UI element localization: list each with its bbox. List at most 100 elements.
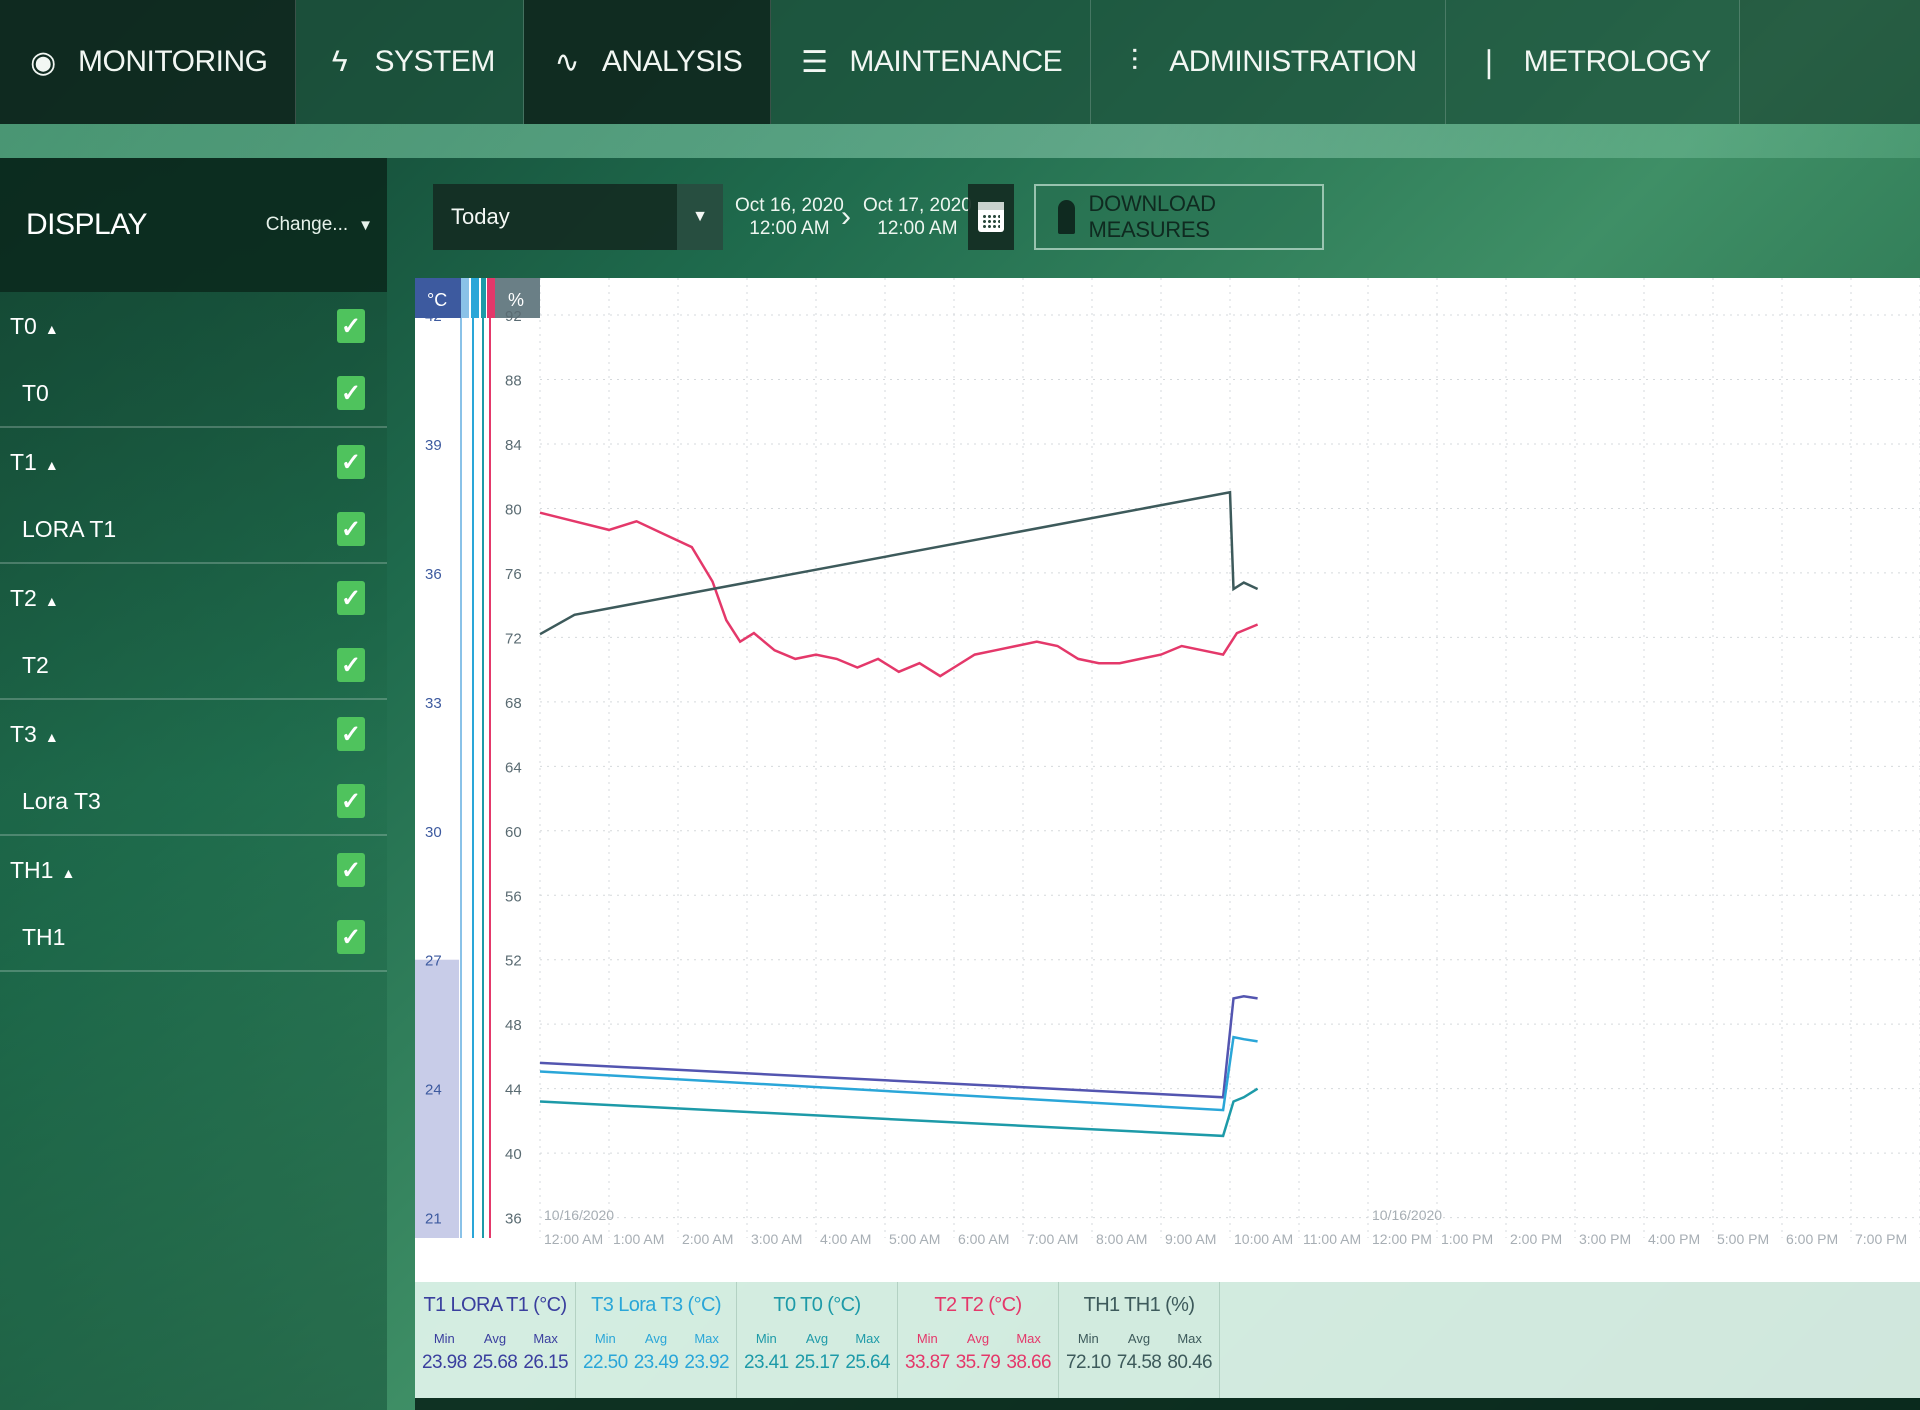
stat-group-t0: T0 T0 (°C) Min 23.41 Avg 25.17 Max 25.64 [737, 1282, 898, 1398]
x-date-label: 10/16/2020 [1372, 1207, 1442, 1223]
stat-max-label: Max [855, 1331, 880, 1346]
sensor-item-t2[interactable]: T2 ✓ [0, 632, 387, 700]
y-right-tick-label: 88 [505, 373, 522, 390]
date-from-day: Oct 16, 2020 [735, 195, 844, 216]
bottom-bar [415, 1398, 1920, 1410]
group-label: T2 ▲ [10, 584, 59, 611]
collapse-arrow-icon[interactable]: ▲ [45, 593, 59, 609]
series-stats: T1 LORA T1 (°C) Min 23.98 Avg 25.68 Max 26.… [415, 1282, 1920, 1398]
x-tick-label: 7:00 PM [1855, 1231, 1907, 1247]
sensor-group-t0[interactable]: T0 ▲ ✓ [0, 292, 387, 360]
group-label: T1 ▲ [10, 448, 59, 475]
x-tick-label: 4:00 AM [820, 1231, 871, 1247]
sensor-group-t2[interactable]: T2 ▲ ✓ [0, 564, 387, 632]
sensor-group-t3[interactable]: T3 ▲ ✓ [0, 700, 387, 768]
analysis-chart-icon: ∿ [554, 45, 580, 79]
stat-avg-label: Avg [644, 1331, 668, 1346]
series-strip [471, 278, 479, 318]
stat-max-label: Max [533, 1331, 558, 1346]
y-right-tick-label: 36 [505, 1211, 522, 1228]
sensor-item-lora-t1[interactable]: LORA T1 ✓ [0, 496, 387, 564]
y-right-tick-label: 44 [505, 1082, 522, 1099]
collapse-arrow-icon[interactable]: ▲ [45, 321, 59, 337]
axis-range-band [415, 959, 459, 1238]
checkbox-checked[interactable]: ✓ [337, 445, 365, 479]
group-label: T0 ▲ [10, 312, 59, 339]
x-tick-label: 11:00 AM [1303, 1231, 1361, 1247]
item-label: Lora T3 [22, 787, 101, 814]
nav-analysis[interactable]: ∿ ANALYSIS [523, 0, 772, 124]
calendar-button[interactable] [968, 184, 1014, 250]
checkbox-checked[interactable]: ✓ [337, 376, 365, 410]
checkbox-checked[interactable]: ✓ [337, 648, 365, 682]
series-line-0 [539, 995, 1258, 1099]
sensor-group-th1[interactable]: TH1 ▲ ✓ [0, 836, 387, 904]
x-tick-label: 6:00 PM [1786, 1231, 1838, 1247]
stat-min: 23.41 [744, 1352, 789, 1373]
stat-title: T0 T0 (°C) [773, 1294, 861, 1316]
download-label: DOWNLOAD MEASURES [1088, 191, 1216, 242]
checkbox-checked[interactable]: ✓ [337, 309, 365, 343]
period-select[interactable]: Today ▼ [433, 184, 723, 250]
stat-max: 25.64 [845, 1352, 890, 1373]
stat-title: T2 T2 (°C) [934, 1294, 1022, 1316]
stat-title: TH1 TH1 (%) [1083, 1294, 1195, 1316]
stat-title: T3 Lora T3 (°C) [591, 1294, 721, 1316]
checkbox-checked[interactable]: ✓ [337, 784, 365, 818]
nav-administration[interactable]: ⫶ ADMINISTRATION [1091, 0, 1446, 124]
nav-metrology[interactable]: ❘ METROLOGY [1445, 0, 1740, 124]
series-line-1 [539, 1035, 1258, 1112]
nav-divider [0, 124, 1920, 158]
series-line-2 [539, 1087, 1259, 1138]
change-dropdown[interactable]: Change... ▼ [266, 214, 373, 236]
nav-label: MAINTENANCE [849, 45, 1063, 78]
group-label: T3 ▲ [10, 720, 59, 747]
date-to-time: 12:00 AM [877, 218, 958, 239]
stat-avg: 74.58 [1116, 1352, 1162, 1373]
stat-min: 22.50 [583, 1352, 628, 1373]
date-from[interactable]: Oct 16, 2020 12:00 AM [735, 194, 844, 240]
period-value: Today [451, 204, 510, 229]
y-right-tick-label: 84 [505, 437, 522, 454]
download-measures-button[interactable]: DOWNLOAD MEASURES [1034, 184, 1324, 250]
series-line-3 [539, 511, 1259, 678]
stat-avg-label: Avg [1127, 1331, 1151, 1346]
stat-min: 23.98 [422, 1352, 467, 1373]
stat-min-label: Min [916, 1331, 938, 1346]
series-strip [487, 278, 495, 318]
x-tick-label: 8:00 AM [1096, 1231, 1147, 1247]
stat-avg: 25.17 [794, 1352, 840, 1373]
stat-min: 72.10 [1066, 1352, 1111, 1373]
x-tick-label: 1:00 AM [613, 1231, 664, 1247]
nav-system[interactable]: ϟ SYSTEM [296, 0, 524, 124]
caret-down-icon[interactable]: ▼ [677, 184, 723, 250]
download-icon [1058, 200, 1075, 234]
checkbox-checked[interactable]: ✓ [337, 717, 365, 751]
nav-label: SYSTEM [374, 45, 495, 78]
collapse-arrow-icon[interactable]: ▲ [45, 729, 59, 745]
sensor-item-t0[interactable]: T0 ✓ [0, 360, 387, 428]
sidebar-header: DISPLAY Change... ▼ [0, 158, 387, 292]
display-sidebar: DISPLAY Change... ▼ T0 ▲ ✓ T0 ✓ T1 ▲ ✓ LORA… [0, 158, 387, 1410]
y-right-tick-label: 48 [505, 1017, 522, 1034]
axis-unit-celsius: °C [427, 290, 447, 310]
y-left-tick-label: 30 [425, 824, 442, 841]
stat-max-label: Max [694, 1331, 719, 1346]
collapse-arrow-icon[interactable]: ▲ [45, 457, 59, 473]
x-tick-label: 12:00 PM [1372, 1231, 1432, 1247]
nav-maintenance[interactable]: ☰ MAINTENANCE [771, 0, 1092, 124]
line-chart[interactable]: °C % 42 39 36 33 30 27 24 21 92 88 84 80 76 72 68 64 60 56 5… [415, 278, 1920, 1282]
checkbox-checked[interactable]: ✓ [337, 920, 365, 954]
axis-unit-percent: % [508, 290, 524, 310]
nav-monitoring[interactable]: ◉ MONITORING [0, 0, 297, 124]
checkbox-checked[interactable]: ✓ [337, 581, 365, 615]
checkbox-checked[interactable]: ✓ [337, 512, 365, 546]
sensor-group-t1[interactable]: T1 ▲ ✓ [0, 428, 387, 496]
collapse-arrow-icon[interactable]: ▲ [61, 865, 75, 881]
date-to[interactable]: Oct 17, 2020 12:00 AM [863, 194, 972, 240]
sensor-item-th1[interactable]: TH1 ✓ [0, 904, 387, 972]
x-date-label: 10/16/2020 [544, 1207, 614, 1223]
stat-min-label: Min [433, 1331, 455, 1346]
sensor-item-lora-t3[interactable]: Lora T3 ✓ [0, 768, 387, 836]
checkbox-checked[interactable]: ✓ [337, 853, 365, 887]
